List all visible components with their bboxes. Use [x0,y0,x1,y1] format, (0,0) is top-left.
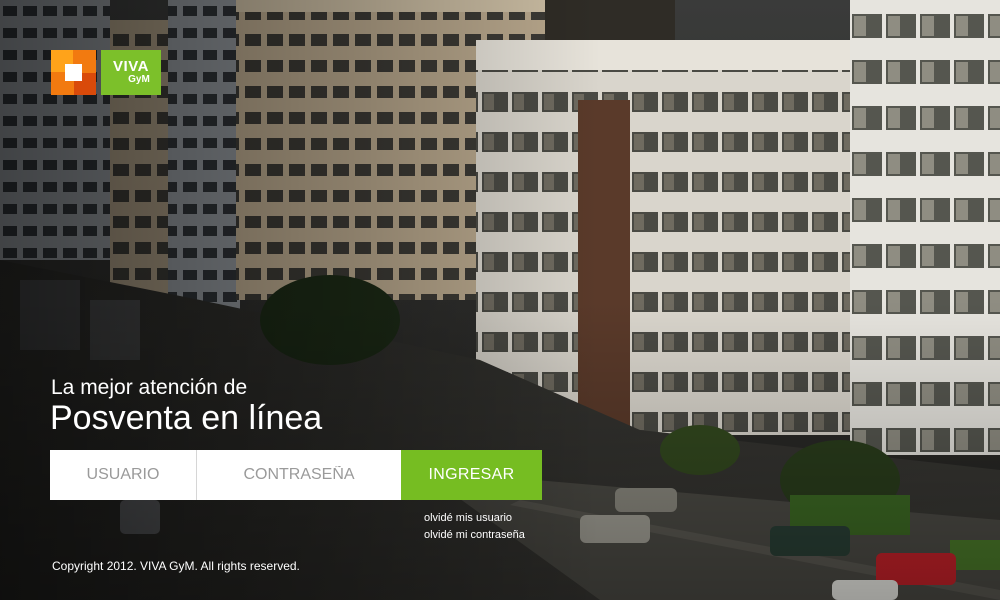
viva-gym-logo[interactable]: VIVA GyM [51,50,161,95]
copyright-text: Copyright 2012. VIVA GyM. All rights res… [52,559,300,573]
hero-headline: Posventa en línea [50,399,323,437]
logo-mark-icon [51,50,96,95]
logo-brand-line1: VIVA [113,58,149,75]
forgot-username-link[interactable]: olvidé mis usuario [424,510,525,527]
forgot-password-link[interactable]: olvidé mi contraseña [424,527,525,544]
username-input[interactable] [50,450,197,500]
forgot-links: olvidé mis usuario olvidé mi contraseña [424,510,525,544]
logo-brand-line2: GyM [128,74,150,85]
login-submit-button[interactable]: INGRESAR [401,450,542,500]
login-form: INGRESAR [50,450,542,500]
hero-tagline: La mejor atención de [51,376,248,399]
logo-wordmark: VIVA GyM [101,50,161,95]
password-input[interactable] [197,450,401,500]
